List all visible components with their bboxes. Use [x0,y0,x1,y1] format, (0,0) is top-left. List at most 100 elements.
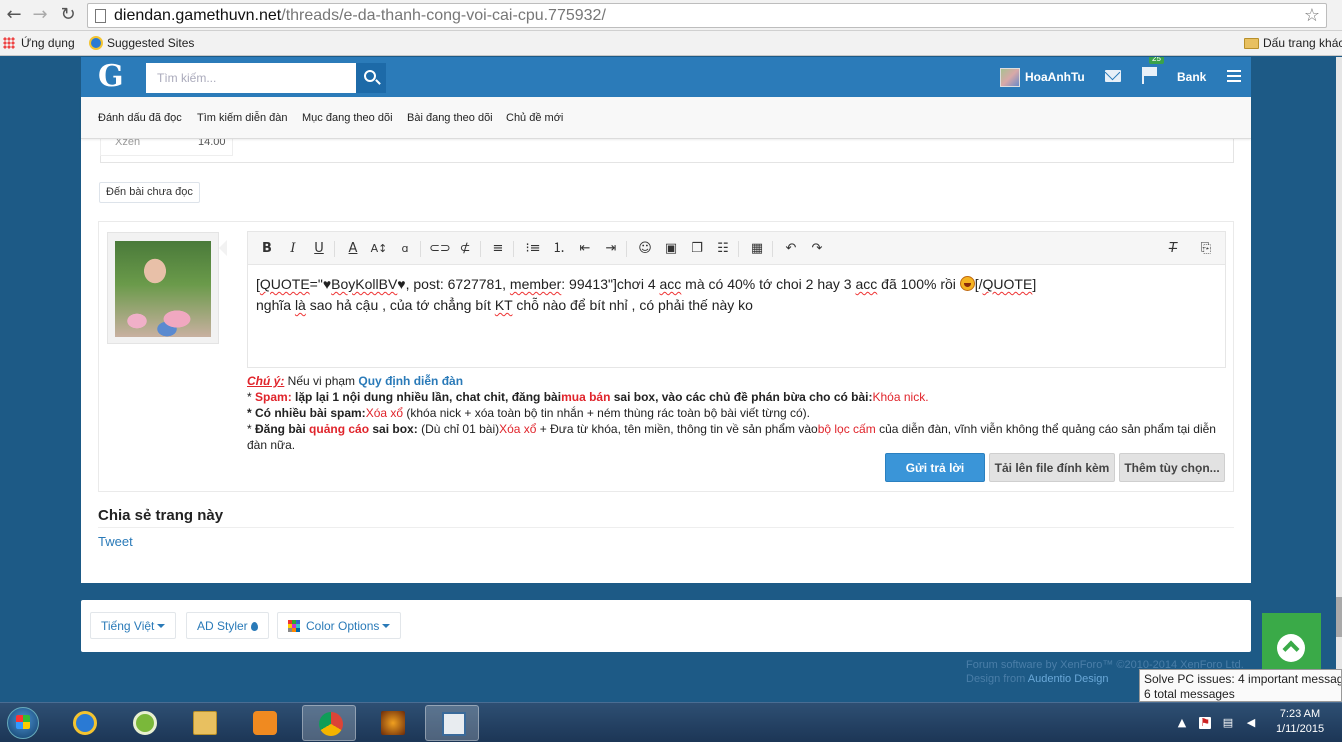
media-player-icon [253,711,277,735]
reload-icon[interactable]: ↻ [58,5,78,25]
media-icon[interactable]: ❐ [687,239,707,259]
editor-content[interactable]: [QUOTE="♥BoyKollBV♥, post: 6727781, memb… [256,274,1216,316]
address-bar[interactable]: diendan.gamethuvn.net/threads/e-da-thanh… [87,3,1327,28]
network-icon[interactable]: ▤ [1222,717,1234,729]
text-fragment: là [294,297,306,313]
rule-penalty: Xóa xổ [499,422,537,436]
text-fragment: KT [494,297,513,313]
more-options-button[interactable]: Thêm tùy chọn... [1119,453,1225,482]
page-scrollbar[interactable] [1336,57,1342,702]
droplet-icon [250,622,258,631]
rule-penalty: Xóa xổ [365,406,404,420]
go-to-unread-button[interactable]: Đến bài chưa đọc [99,182,200,203]
back-arrow-icon[interactable]: ← [4,5,24,25]
forward-arrow-icon[interactable]: → [30,5,50,25]
toolbar-divider [480,241,481,257]
folder-explorer-icon [193,711,217,735]
user-stat-row: Xzen 14.00 [100,136,233,156]
save-draft-icon[interactable]: ▦ [747,239,767,259]
text-fragment: ♥, post: 6727781, [397,276,510,292]
system-clock[interactable]: 7:23 AM 1/11/2015 [1270,707,1330,737]
action-center-flag-icon[interactable]: ⚑ [1199,717,1211,729]
main-content: Xzen 14.00 Đến bài chưa đọc B I U A A↕ ɑ [81,136,1251,583]
rule-keyword: bộ lọc cấm [817,422,876,436]
sub-navigation: Đánh dấu đã đọc Tìm kiếm diễn đàn Mục đa… [81,97,1251,139]
text-fragment: acc [659,276,682,292]
bold-icon[interactable]: B [257,239,277,259]
toolbar-divider [738,241,739,257]
author-avatar[interactable] [115,241,211,337]
redo-icon[interactable]: ↷ [807,239,827,259]
user-name-link[interactable]: HoaAnhTu [1025,70,1085,84]
image-icon[interactable]: ▣ [661,239,681,259]
text-fragment: mà có 40% tớ choi 2 hay 3 [681,276,856,292]
link-icon[interactable]: ⊂⊃ [429,239,451,259]
new-posts-link[interactable]: Chủ đề mới [506,112,563,124]
taskbar-chrome[interactable] [302,705,356,741]
toggle-bbcode-icon[interactable]: ⎘ [1196,239,1216,259]
font-size-icon[interactable]: A↕ [369,239,389,259]
show-hidden-icons-icon[interactable]: ▲ [1176,717,1188,729]
rule-advertising: * Đăng bài quảng cáo sai box: (Dù chỉ 01… [247,421,1232,453]
unlink-icon[interactable]: ⊄ [455,239,475,259]
flag-cloth [1144,67,1157,76]
editor-toolbar: B I U A A↕ ɑ ⊂⊃ ⊄ ≡ ⁝≡ ⒈ ⇤ ⇥ ☺ ▣ ❐ ☷ ▦ ↶… [248,232,1225,265]
rule-text: sai box, vào các chủ đề phán bừa cho có … [610,390,873,404]
insert-icon[interactable]: ☷ [713,239,733,259]
taskbar-explorer[interactable] [177,705,231,741]
style-chooser[interactable]: AD Styler [186,612,269,639]
text-fragment: ="♥ [309,276,332,292]
taskbar-media-player[interactable] [237,705,291,741]
toolbar-divider [420,241,421,257]
mark-read-link[interactable]: Đánh dấu đã đọc [98,112,182,124]
inbox-icon[interactable] [1105,70,1121,82]
underline-icon[interactable]: U [309,239,329,259]
message-editor[interactable]: B I U A A↕ ɑ ⊂⊃ ⊄ ≡ ⁝≡ ⒈ ⇤ ⇥ ☺ ▣ ❐ ☷ ▦ ↶… [247,231,1226,368]
bookmark-suggested-sites[interactable]: Suggested Sites [89,36,194,50]
watched-threads-link[interactable]: Bài đang theo dõi [407,112,493,124]
outdent-icon[interactable]: ⇤ [575,239,595,259]
bookmark-star-icon[interactable]: ☆ [1304,5,1320,26]
language-chooser[interactable]: Tiếng Việt [90,612,177,639]
indent-icon[interactable]: ⇥ [601,239,621,259]
scrollbar-thumb[interactable] [1336,597,1342,637]
color-options-chooser[interactable]: Color Options [277,612,402,639]
smilie-icon[interactable]: ☺ [635,239,655,259]
bookmark-other[interactable]: Dấu trang khác [1244,36,1342,50]
hamburger-menu-icon[interactable] [1227,70,1241,82]
italic-icon[interactable]: I [283,239,303,259]
taskbar-game[interactable] [365,705,419,741]
rule-text: * Có nhiều bài spam: [247,406,366,420]
taskbar-internet-explorer[interactable] [57,705,111,741]
credit-prefix: Design from [966,673,1028,685]
align-icon[interactable]: ≡ [488,239,508,259]
remove-format-icon[interactable]: T̶ [1163,239,1183,259]
bullet-list-icon[interactable]: ⁝≡ [523,239,543,259]
numbered-list-icon[interactable]: ⒈ [549,239,569,259]
post-reply-button[interactable]: Gửi trả lời [885,453,985,482]
taskbar-coccoc[interactable] [117,705,171,741]
tweet-button[interactable]: Tweet [98,534,133,549]
rule-multi-spam: * Có nhiều bài spam:Xóa xổ (khóa nick + … [247,405,1232,421]
upload-attachment-button[interactable]: Tải lên file đính kèm [989,453,1115,482]
previous-post-frame [100,139,1234,163]
font-color-icon[interactable]: A [343,239,363,259]
volume-icon[interactable]: ◀ [1245,717,1257,729]
audentio-link[interactable]: Audentio Design [1028,673,1109,685]
search-input[interactable] [146,63,356,93]
watched-forums-link[interactable]: Mục đang theo dõi [302,112,393,124]
search-forums-link[interactable]: Tìm kiếm diễn đàn [197,112,287,124]
forum-rules-link[interactable]: Quy định diễn đàn [358,374,463,388]
tooltip-line: 6 total messages [1144,687,1235,701]
bookmark-apps[interactable]: Ứng dụng [21,36,75,50]
search-button[interactable] [356,63,386,93]
bank-link[interactable]: Bank [1177,70,1206,84]
user-avatar[interactable] [1000,68,1020,87]
taskbar-window[interactable] [425,705,479,741]
undo-icon[interactable]: ↶ [781,239,801,259]
alerts-flag-icon[interactable] [1142,66,1158,84]
font-family-icon[interactable]: ɑ [395,239,415,259]
author-avatar-frame [107,232,219,344]
start-button[interactable] [2,703,42,742]
site-logo[interactable]: G [98,59,124,94]
